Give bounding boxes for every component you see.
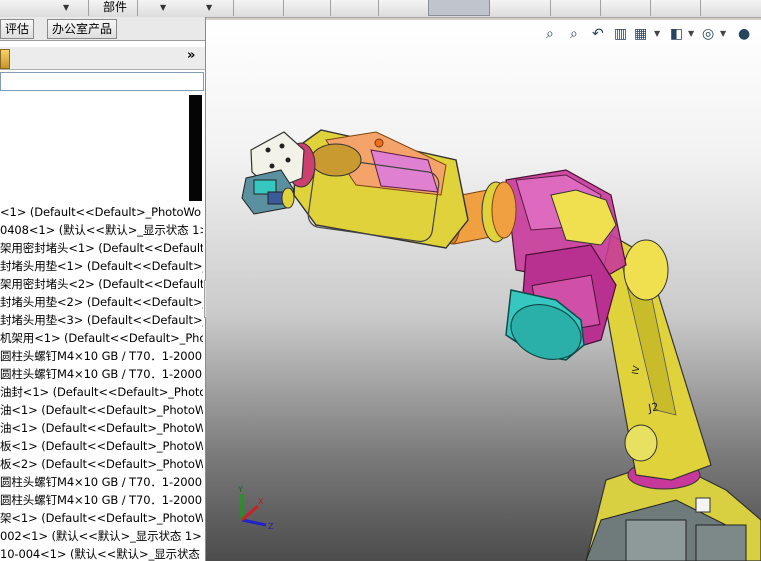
tree-item[interactable]: 封堵头用垫<3> (Default<<Default>_ [0,311,203,329]
toolbar-separator [650,0,651,16]
coordinate-triad: Y Z X [237,485,274,531]
tab-evaluate[interactable]: 评估 [0,19,35,39]
toolbar-separator [378,0,379,16]
triad-y-label: Y [237,485,243,494]
dropdown-arrow-icon[interactable]: ▼ [160,3,166,12]
toolbar-separator [330,0,331,16]
toolbar-separator [600,0,601,16]
more-tabs-chevron-icon[interactable]: » [187,48,195,63]
toolbar-separator [233,0,234,16]
tree-item[interactable]: 架用密封堵头<1> (Default<<Default> [0,239,203,257]
tree-item[interactable]: 圆柱头螺钉M4×10 GB / T70．1-2000 [0,491,203,509]
toolbar-separator [137,0,138,16]
tree-item[interactable]: 10-004<1> (默认<<默认>_显示状态 [0,545,203,561]
tree-item[interactable]: 封堵头用垫<2> (Default<<Default>_ [0,293,203,311]
feature-manager-panel: 评估 办公室产品 » <1> (Default<<Default>_PhotoW… [0,17,206,561]
tree-item[interactable]: 圆柱头螺钉M4×10 GB / T70．1-2000 [0,473,203,491]
panel-tab-bar: » [0,47,205,70]
top-toolbar: ▼ 部件 ▼ ▼ [0,0,761,18]
lower-arm-link: J2 IV [600,234,712,481]
triad-x-label: X [258,497,264,506]
triad-z-label: Z [268,522,274,531]
feature-tree: <1> (Default<<Default>_PhotoWo 0408<1> (默… [0,203,203,561]
j2-label: J2 [646,400,659,415]
tree-item[interactable]: 板<2> (Default<<Default>_PhotoWo [0,455,203,473]
dropdown-arrow-icon[interactable]: ▼ [206,3,212,12]
tree-item[interactable]: 架<1> (Default<<Default>_PhotoWo [0,509,203,527]
tree-filter-input[interactable] [0,72,204,91]
command-tabs: 评估 办公室产品 [0,17,205,41]
end-effector [241,131,305,215]
tree-item[interactable]: 油<1> (Default<<Default>_PhotoWo [0,401,203,419]
tree-item[interactable]: 板<1> (Default<<Default>_PhotoWo [0,437,203,455]
feature-manager-icon[interactable] [0,49,10,69]
tree-item[interactable]: 圆柱头螺钉M4×10 GB / T70．1-2000 [0,347,203,365]
tab-office-products[interactable]: 办公室产品 [47,19,118,39]
toolbar-separator [550,0,551,16]
tree-item[interactable]: 油<1> (Default<<Default>_PhotoWo [0,419,203,437]
parts-menu[interactable]: 部件 [103,0,127,14]
toolbar-separator [700,0,701,16]
toolbar-separator [283,0,284,16]
dropdown-arrow-icon[interactable]: ▼ [63,3,69,12]
robot-arm-model[interactable]: J2 IV Y Z X [206,20,761,561]
toolbar-separator [88,0,89,16]
tree-item[interactable]: 圆柱头螺钉M4×10 GB / T70．1-2000 [0,365,203,383]
tree-item[interactable]: 油封<1> (Default<<Default>_PhotoW [0,383,203,401]
tree-item[interactable]: 0408<1> (默认<<默认>_显示状态 1> [0,221,203,239]
tree-item[interactable]: 封堵头用垫<1> (Default<<Default>_ [0,257,203,275]
graphics-viewport[interactable]: ⌕ ⌕ ↶ ▥ ▦ ▼ ◧ ▼ ◎ ▼ ● J2 IV Y Z X [206,20,761,561]
scrollbar-thumb[interactable] [189,95,202,201]
wrist-housing [286,129,469,249]
active-toolbar-button[interactable] [428,0,490,16]
tree-item[interactable]: 机架用<1> (Default<<Default>_Phot [0,329,203,347]
tree-item[interactable]: <1> (Default<<Default>_PhotoWo [0,203,203,221]
tree-item[interactable]: 架用密封堵头<2> (Default<<Default> [0,275,203,293]
tree-item[interactable]: 002<1> (默认<<默认>_显示状态 1> [0,527,203,545]
